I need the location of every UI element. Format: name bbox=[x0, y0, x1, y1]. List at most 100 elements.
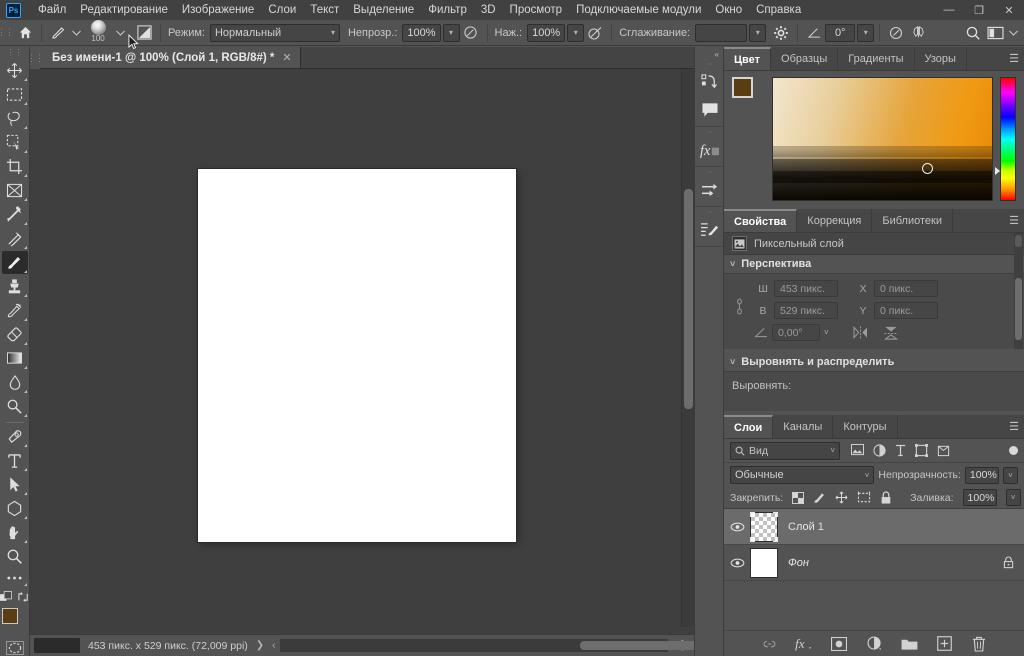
clone-stamp-tool[interactable] bbox=[2, 275, 28, 298]
layer-visibility-icon[interactable] bbox=[730, 558, 750, 568]
panel-menu-icon[interactable]: ☰ bbox=[1004, 415, 1024, 438]
eyedropper-tool[interactable] bbox=[2, 203, 28, 226]
menu-item-window[interactable]: Окно bbox=[708, 0, 749, 20]
frame-tool[interactable] bbox=[2, 179, 28, 202]
brush-tool-icon[interactable] bbox=[47, 22, 69, 44]
brush-settings-icon[interactable] bbox=[695, 216, 725, 244]
link-layers-icon[interactable] bbox=[760, 635, 778, 653]
status-collapse-icon[interactable]: ‹ bbox=[272, 640, 275, 651]
zoom-tool[interactable] bbox=[2, 545, 28, 568]
layer-opacity-caret[interactable]: ˅ bbox=[1003, 466, 1018, 484]
foreground-color-swatch[interactable] bbox=[1, 607, 18, 624]
perspective-section-header[interactable]: ˅ Перспектива bbox=[724, 255, 1024, 273]
opacity-slider-caret[interactable]: ▾ bbox=[442, 23, 460, 42]
add-layer-mask-icon[interactable] bbox=[830, 635, 848, 653]
actions-icon[interactable] bbox=[695, 68, 725, 96]
color-field[interactable] bbox=[772, 77, 993, 201]
dodge-tool[interactable] bbox=[2, 395, 28, 418]
search-icon[interactable] bbox=[962, 22, 984, 44]
layer-name[interactable]: Фон bbox=[788, 557, 1003, 569]
swap-colors-icon[interactable] bbox=[17, 591, 30, 603]
canvas-viewport[interactable] bbox=[30, 69, 681, 627]
path-selection-tool[interactable] bbox=[2, 473, 28, 496]
flow-slider-caret[interactable]: ▾ bbox=[567, 23, 585, 42]
scrollbar-thumb[interactable] bbox=[1015, 278, 1022, 340]
tab-libraries[interactable]: Библиотеки bbox=[872, 209, 953, 232]
blend-mode-select[interactable]: Нормальный ▾ bbox=[209, 23, 340, 42]
layer-filter-kind-select[interactable]: Вид ˅ bbox=[730, 441, 840, 460]
layer-thumbnail[interactable] bbox=[750, 547, 778, 578]
align-scrollbar[interactable] bbox=[1014, 233, 1023, 273]
flow-input[interactable]: 100% bbox=[527, 23, 566, 42]
panel-menu-icon[interactable]: ☰ bbox=[1004, 209, 1024, 232]
home-icon[interactable] bbox=[14, 22, 36, 44]
workspace-caret-icon[interactable] bbox=[1006, 22, 1020, 44]
hue-marker[interactable] bbox=[995, 167, 1000, 176]
brush-size-preview[interactable]: 100 bbox=[83, 20, 113, 46]
gear-icon[interactable] bbox=[770, 22, 792, 44]
brush-angle-input[interactable]: 0° bbox=[825, 23, 856, 42]
lock-position-icon[interactable] bbox=[835, 491, 848, 504]
height-input[interactable]: 529 пикс. bbox=[774, 302, 838, 319]
filter-smart-object-icon[interactable] bbox=[937, 444, 950, 457]
canvas-horizontal-scrollbar[interactable] bbox=[279, 639, 765, 652]
pen-tool[interactable] bbox=[2, 425, 28, 448]
layer-name[interactable]: Слой 1 bbox=[788, 521, 1018, 533]
filter-adjustment-icon[interactable] bbox=[873, 444, 886, 457]
flip-horizontal-icon[interactable] bbox=[853, 325, 868, 340]
healing-brush-tool[interactable] bbox=[2, 227, 28, 250]
menu-item-plugins[interactable]: Подключаемые модули bbox=[569, 0, 708, 20]
delete-layer-icon[interactable] bbox=[970, 635, 988, 653]
default-colors-icon[interactable] bbox=[0, 590, 13, 604]
tab-channels[interactable]: Каналы bbox=[773, 415, 834, 438]
layer-row-slo1[interactable]: Слой 1 bbox=[724, 509, 1024, 545]
layer-opacity-input[interactable]: 100% bbox=[964, 466, 999, 484]
crop-tool[interactable] bbox=[2, 155, 28, 178]
move-tool[interactable] bbox=[2, 59, 28, 82]
foreground-color-swatch[interactable] bbox=[732, 77, 753, 98]
toolbar-grip[interactable]: ⋮⋮ bbox=[0, 47, 30, 59]
new-group-icon[interactable] bbox=[900, 635, 918, 653]
properties-scrollbar[interactable] bbox=[1014, 274, 1023, 349]
menu-item-filter[interactable]: Фильтр bbox=[421, 0, 474, 20]
color-swatches[interactable] bbox=[1, 607, 28, 633]
brush-preset-caret-icon[interactable] bbox=[69, 22, 83, 44]
y-input[interactable]: 0 пикс. bbox=[874, 302, 938, 319]
brush-panel-caret-icon[interactable] bbox=[113, 22, 127, 44]
tab-swatches[interactable]: Образцы bbox=[771, 47, 839, 70]
gradient-tool[interactable] bbox=[2, 347, 28, 370]
link-constrain-icon[interactable] bbox=[734, 297, 750, 316]
canvas-vertical-scrollbar[interactable] bbox=[681, 69, 694, 627]
edit-toolbar-button[interactable] bbox=[2, 569, 28, 586]
menu-item-selection[interactable]: Выделение bbox=[346, 0, 421, 20]
history-brush-tool[interactable] bbox=[2, 299, 28, 322]
workspace-icon[interactable] bbox=[984, 22, 1006, 44]
tab-layers[interactable]: Слои bbox=[724, 415, 774, 438]
document-tab[interactable]: Без имени-1 @ 100% (Слой 1, RGB/8#) * ✕ bbox=[40, 47, 301, 68]
blur-tool[interactable] bbox=[2, 371, 28, 394]
close-button[interactable]: ✕ bbox=[994, 0, 1024, 20]
lasso-tool[interactable] bbox=[2, 107, 28, 130]
tab-patterns[interactable]: Узоры bbox=[914, 47, 967, 70]
notes-icon[interactable] bbox=[695, 96, 725, 124]
align-section-header[interactable]: ˅ Выровнять и распределить bbox=[724, 353, 1024, 371]
panel-menu-icon[interactable]: ☰ bbox=[1004, 47, 1024, 70]
hand-tool[interactable] bbox=[2, 521, 28, 544]
filter-shape-icon[interactable] bbox=[915, 444, 928, 457]
maximize-button[interactable]: ❐ bbox=[964, 0, 994, 20]
marquee-tool[interactable] bbox=[2, 83, 28, 106]
brush-settings-panel-icon[interactable] bbox=[133, 22, 155, 44]
x-input[interactable]: 0 пикс. bbox=[874, 280, 938, 297]
layer-thumbnail[interactable] bbox=[750, 511, 778, 542]
layer-style-fx-icon[interactable]: fx bbox=[795, 635, 813, 653]
quick-mask-icon[interactable] bbox=[5, 641, 25, 656]
pressure-opacity-icon[interactable] bbox=[885, 22, 907, 44]
opacity-input[interactable]: 100% bbox=[402, 23, 441, 42]
type-tool[interactable] bbox=[2, 449, 28, 472]
close-icon[interactable]: ✕ bbox=[282, 51, 291, 64]
new-layer-icon[interactable] bbox=[935, 635, 953, 653]
width-input[interactable]: 453 пикс. bbox=[774, 280, 838, 297]
lock-all-icon[interactable] bbox=[880, 490, 892, 505]
layer-row-background[interactable]: Фон bbox=[724, 545, 1024, 581]
smoothing-caret[interactable]: ▾ bbox=[749, 23, 767, 42]
